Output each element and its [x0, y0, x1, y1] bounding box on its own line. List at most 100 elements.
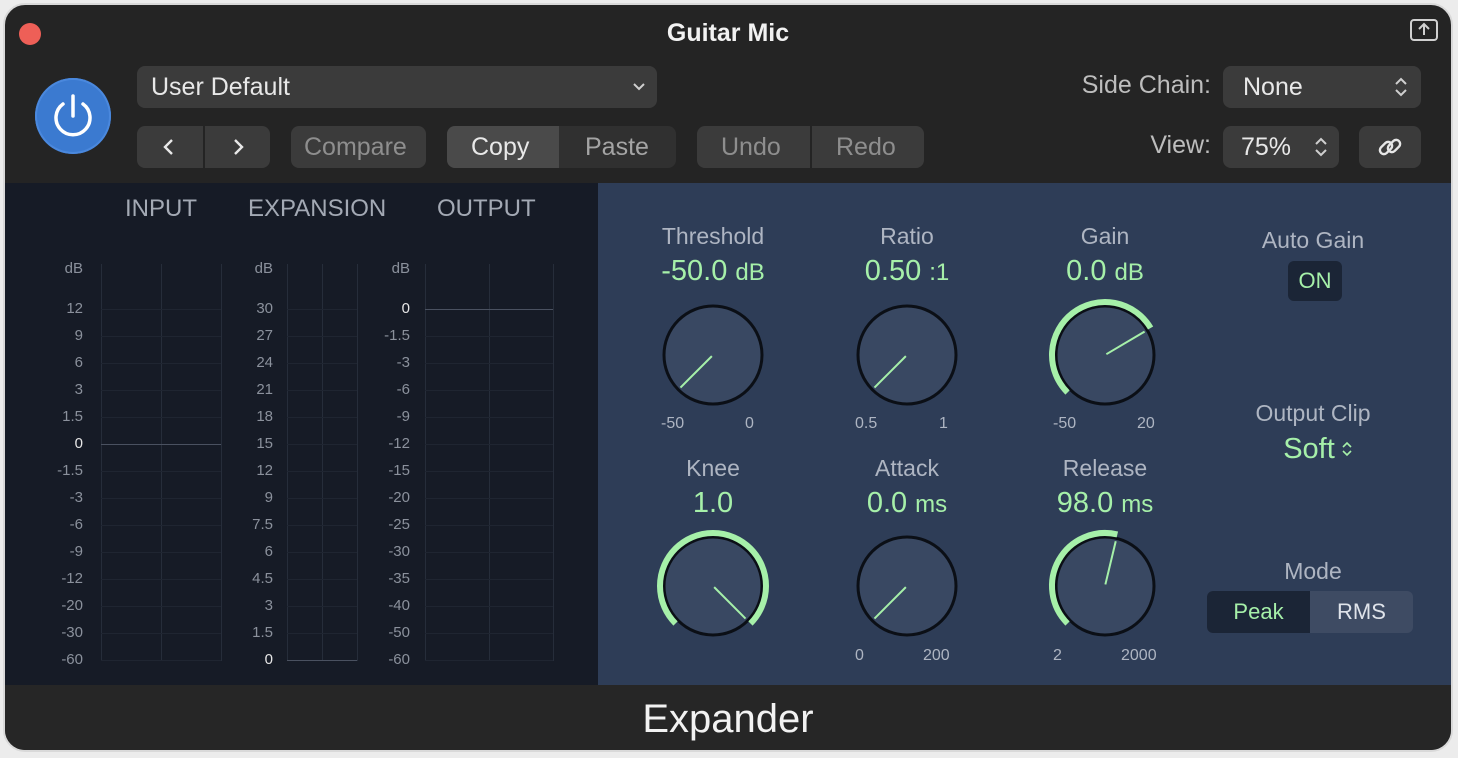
output-meter-tick-label: -3 — [396, 354, 410, 371]
release-unit: ms — [1121, 491, 1154, 518]
attack-range-max: 200 — [923, 647, 950, 664]
expansion-meter-tick-label: 18 — [256, 408, 273, 425]
meter-tick-line — [101, 579, 221, 580]
threshold-range-max: 0 — [745, 415, 754, 432]
preset-nav — [137, 126, 270, 168]
copy-label: Copy — [471, 132, 530, 161]
meter-tick-line — [287, 471, 357, 472]
meter-tick-line — [425, 471, 553, 472]
preset-dropdown[interactable]: User Default — [137, 66, 657, 108]
expansion-meter-tick-label: 30 — [256, 300, 273, 317]
ratio-range-max: 1 — [939, 415, 948, 432]
knee-value-readout[interactable]: 1.0 — [613, 487, 813, 520]
auto-gain-toggle[interactable]: ON — [1288, 261, 1342, 301]
gain-label: Gain — [1080, 223, 1130, 249]
next-preset-button[interactable] — [205, 126, 270, 168]
copy-paste-group: Copy Paste — [447, 126, 676, 168]
expansion-meter-tick-label: 21 — [256, 381, 273, 398]
expansion-meter-tick-label: 3 — [264, 597, 273, 614]
ratio-unit: :1 — [929, 259, 950, 286]
output-meter-tick-label: 0 — [401, 300, 410, 317]
release-range-max: 2000 — [1121, 647, 1157, 664]
meter-tick-line — [425, 363, 553, 364]
meter-tick-line — [425, 498, 553, 499]
expansion-meter-tick-label: 0 — [264, 651, 273, 668]
output-meter-header: OUTPUT — [437, 195, 536, 222]
attack-knob[interactable] — [842, 521, 972, 651]
paste-button[interactable]: Paste — [559, 126, 676, 168]
output-meter-tick-label: -30 — [388, 543, 410, 560]
meter-gridline — [101, 264, 102, 661]
meter-tick-line — [287, 390, 357, 391]
view-select[interactable]: 75% — [1223, 126, 1339, 168]
updown-chevron-icon — [1315, 137, 1327, 157]
output-meter-tick-label: -60 — [388, 651, 410, 668]
side-chain-label: Side Chain: — [1081, 71, 1211, 99]
ratio-knob[interactable] — [842, 290, 972, 420]
output-clip-value: Soft — [1283, 432, 1335, 465]
meter-tick-line — [287, 417, 357, 418]
threshold-knob[interactable] — [648, 290, 778, 420]
meter-tick-line — [101, 552, 221, 553]
link-button[interactable] — [1359, 126, 1421, 168]
attack-value: 0.0 — [866, 487, 908, 519]
meter-gridline — [357, 264, 358, 661]
meter-tick-line — [425, 336, 553, 337]
output-meter-tick-label: -25 — [388, 516, 410, 533]
meter-tick-line — [425, 444, 553, 445]
undo-redo-group: Undo Redo — [697, 126, 924, 168]
input-meter-tick-label: 9 — [74, 327, 83, 344]
expansion-meter-tick-label: 27 — [256, 327, 273, 344]
previous-preset-button[interactable] — [137, 126, 203, 168]
meter-tick-line — [101, 660, 221, 661]
input-meter-tick-label: -6 — [69, 516, 83, 533]
input-meter-tick-label: -20 — [61, 597, 83, 614]
knee-knob[interactable] — [648, 521, 778, 651]
gain-value-readout[interactable]: 0.0 dB — [1005, 255, 1205, 288]
ratio-value-readout[interactable]: 0.50:1 — [807, 255, 1007, 288]
power-button[interactable] — [35, 78, 111, 154]
copy-button[interactable]: Copy — [447, 126, 559, 168]
input-meter-tick-label: -30 — [61, 624, 83, 641]
output-meter-tick-label: -9 — [396, 408, 410, 425]
output-meter-tick-label: -35 — [388, 570, 410, 587]
compare-button[interactable]: Compare — [291, 126, 426, 168]
input-meter-tick-label: -12 — [61, 570, 83, 587]
meter-tick-line — [101, 606, 221, 607]
input-meter-tick-label: 0 — [74, 435, 83, 452]
meter-tick-line — [101, 390, 221, 391]
threshold-value-readout[interactable]: -50.0 dB — [613, 255, 813, 288]
meter-tick-line — [425, 552, 553, 553]
output-meter-tick-label: -20 — [388, 489, 410, 506]
meter-gridline — [425, 264, 426, 661]
release-range-min: 2 — [1053, 647, 1062, 664]
threshold-range-min: -50 — [661, 415, 685, 432]
meter-tick-line — [287, 336, 357, 337]
mode-rms-option[interactable]: RMS — [1310, 591, 1413, 633]
attack-value-readout[interactable]: 0.0 ms — [807, 487, 1007, 520]
expand-window-icon[interactable] — [1409, 17, 1439, 43]
input-meter-tick-label: -9 — [69, 543, 83, 560]
output-clip-select[interactable]: Soft — [1258, 429, 1378, 469]
release-label: Release — [1062, 455, 1148, 481]
release-knob[interactable] — [1040, 521, 1170, 651]
undo-button[interactable]: Undo — [697, 126, 810, 168]
redo-label: Redo — [836, 132, 896, 161]
release-value-readout[interactable]: 98.0 ms — [1005, 487, 1205, 520]
mode-peak-option[interactable]: Peak — [1207, 591, 1310, 633]
expansion-meter-tick-label: 9 — [264, 489, 273, 506]
output-clip-label: Output Clip — [1255, 400, 1371, 426]
input-meter-tick-label: -60 — [61, 651, 83, 668]
ratio-label: Ratio — [880, 223, 934, 249]
meter-tick-line — [101, 471, 221, 472]
attack-unit: ms — [915, 491, 948, 518]
gain-knob[interactable] — [1040, 290, 1170, 420]
meter-tick-line — [287, 363, 357, 364]
knee-value: 1.0 — [692, 487, 734, 519]
meter-tick-line — [425, 633, 553, 634]
redo-button[interactable]: Redo — [812, 126, 924, 168]
expansion-meter-tick-label: 24 — [256, 354, 273, 371]
link-icon — [1378, 138, 1402, 156]
side-chain-select[interactable]: None — [1223, 66, 1421, 108]
input-meter-tick-label: 3 — [74, 381, 83, 398]
